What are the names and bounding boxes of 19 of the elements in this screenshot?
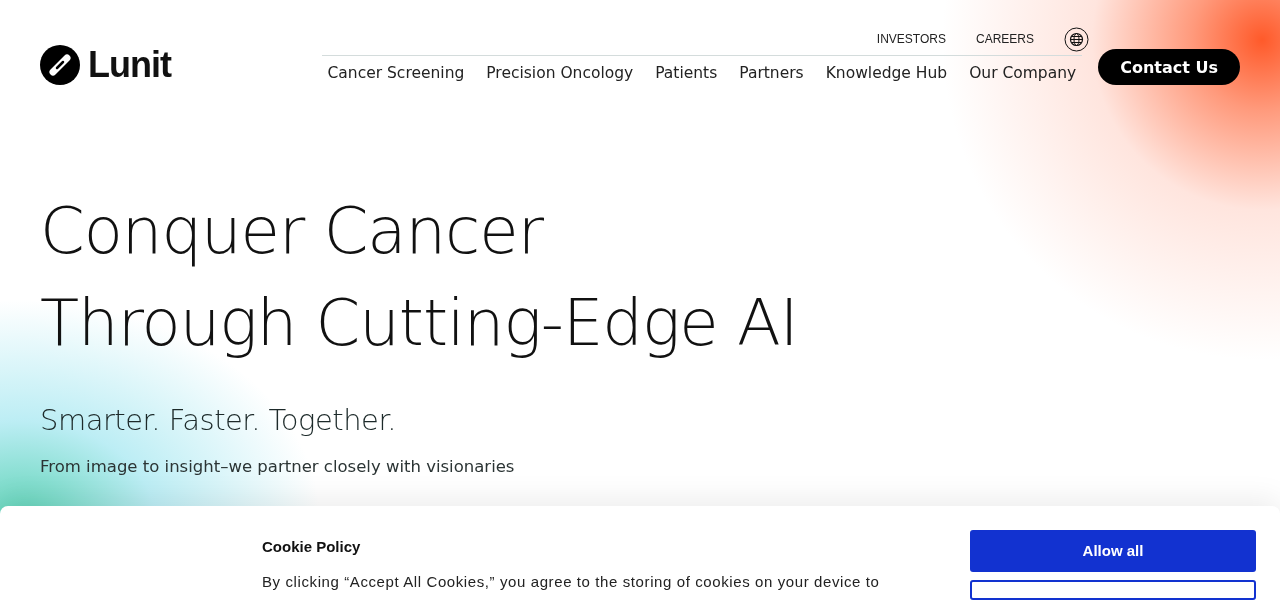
nav-link[interactable]: Our Company	[969, 63, 1077, 82]
nav-link[interactable]: Partners	[739, 63, 804, 82]
hero-subtitle: Smarter. Faster. Together.	[40, 403, 397, 437]
hero-text: From image to insight–we partner closely with visionaries	[40, 457, 516, 476]
nav-link[interactable]: Knowledge Hub	[825, 63, 948, 82]
globe-icon[interactable]	[1064, 26, 1089, 52]
allow-all-button[interactable]: Allow all	[970, 530, 1256, 572]
nav-link[interactable]: Patients	[655, 63, 718, 82]
utility-link[interactable]: INVESTORS	[876, 32, 946, 46]
utility-link[interactable]: CAREERS	[976, 32, 1034, 46]
nav-link[interactable]: Cancer Screening	[327, 63, 465, 82]
contact-button[interactable]: Contact Us	[1098, 49, 1240, 85]
logo-icon	[40, 45, 80, 85]
nav-link[interactable]: Precision Oncology	[486, 63, 634, 82]
cookie-title: Cookie Policy	[262, 538, 362, 555]
cookie-button[interactable]	[970, 579, 1256, 600]
logo-text[interactable]: Lunit	[88, 45, 171, 85]
hero-heading: Conquer Cancer Through Cutting-Edge AI	[40, 193, 799, 362]
cookie-text: By clicking “Accept All Cookies,” you agree to the storing of cookies on your device to	[262, 573, 881, 590]
